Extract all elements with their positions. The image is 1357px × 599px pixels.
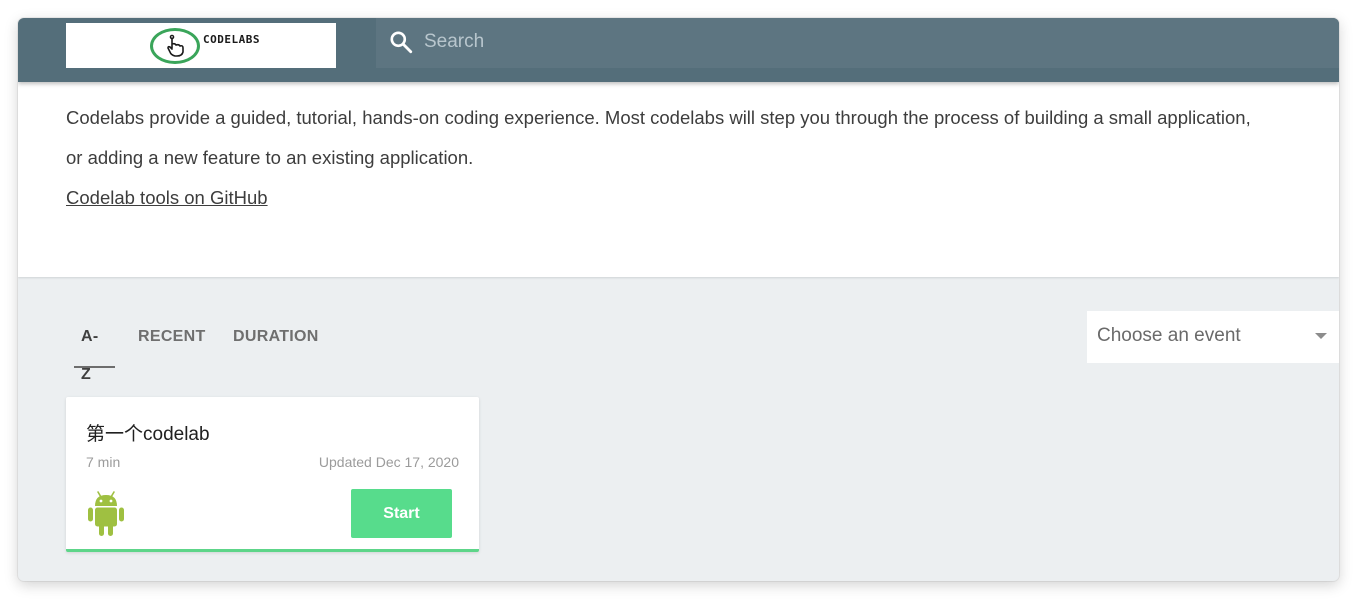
tab-duration[interactable]: DURATION — [233, 318, 319, 368]
tab-recent[interactable]: RECENT — [138, 318, 206, 368]
search-input[interactable] — [424, 26, 1304, 58]
android-icon — [88, 491, 124, 536]
logo-wordmark: CODELABS — [203, 33, 260, 46]
github-link[interactable]: Codelab tools on GitHub — [66, 178, 268, 218]
intro-description: Codelabs provide a guided, tutorial, han… — [66, 107, 1251, 168]
top-app-bar: CODELABS — [18, 18, 1339, 82]
codelab-card[interactable]: 第一个codelab 7 min Updated Dec 17, 2020 St… — [66, 397, 479, 552]
card-updated-date: Updated Dec 17, 2020 — [318, 454, 459, 470]
pointer-hand-icon — [167, 34, 184, 57]
event-dropdown[interactable]: Choose an event — [1087, 311, 1339, 363]
search-bar[interactable] — [376, 18, 1339, 68]
tab-a-z[interactable]: A-Z — [81, 318, 98, 383]
intro-section: Codelabs provide a guided, tutorial, han… — [18, 82, 1339, 277]
card-title: 第一个codelab — [86, 424, 210, 445]
event-dropdown-label: Choose an event — [1097, 325, 1241, 346]
codelabs-logo[interactable]: CODELABS — [66, 23, 336, 68]
search-icon — [390, 31, 413, 54]
start-button[interactable]: Start — [351, 489, 452, 538]
active-tab-indicator — [74, 366, 115, 368]
dropdown-arrow-icon — [1315, 333, 1327, 339]
card-duration: 7 min — [86, 454, 121, 470]
app-window: CODELABS Codelabs provide a guided, tuto… — [18, 18, 1339, 581]
